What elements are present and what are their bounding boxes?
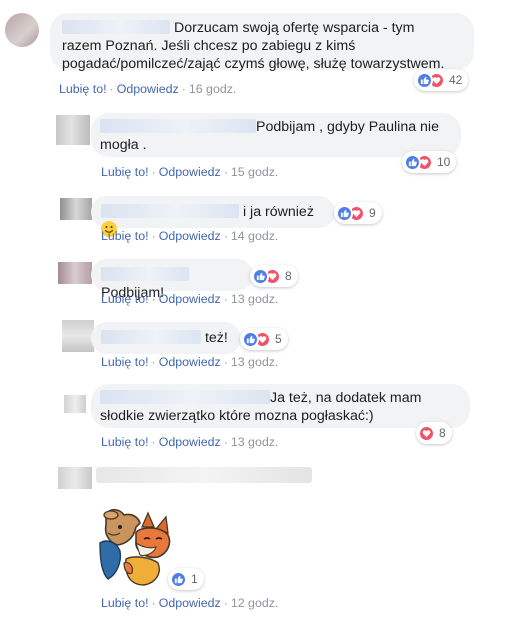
reply-button[interactable]: Odpowiedz bbox=[159, 229, 221, 243]
timestamp[interactable]: 12 godz. bbox=[231, 596, 279, 610]
reaction-count: 5 bbox=[275, 332, 282, 346]
like-button[interactable]: Lubię to! bbox=[101, 292, 149, 306]
reaction-count: 9 bbox=[369, 206, 376, 220]
comment-actions: Lubię to! · Odpowiedz · 13 godz. bbox=[101, 435, 279, 449]
comment-text: słodkie zwierzątko które mozna pogłaskać… bbox=[100, 408, 374, 424]
comment-text: i ja również bbox=[242, 204, 314, 220]
like-button[interactable]: Lubię to! bbox=[101, 355, 149, 369]
reaction-summary[interactable]: 5 bbox=[240, 328, 288, 350]
reaction-count: 1 bbox=[191, 572, 198, 586]
comment-actions: Lubię to! · Odpowiedz · 16 godz. bbox=[59, 82, 237, 96]
reply-button[interactable]: Odpowiedz bbox=[159, 435, 221, 449]
avatar[interactable] bbox=[60, 198, 92, 220]
author-name[interactable] bbox=[62, 20, 170, 34]
comment-actions: Lubię to! · Odpowiedz · 13 godz. bbox=[101, 355, 279, 369]
author-name[interactable] bbox=[101, 330, 201, 344]
author-name[interactable] bbox=[96, 467, 312, 483]
avatar[interactable] bbox=[64, 395, 86, 413]
like-icon bbox=[242, 330, 259, 348]
timestamp[interactable]: 13 godz. bbox=[231, 292, 279, 306]
like-icon bbox=[252, 267, 269, 285]
like-icon bbox=[336, 204, 353, 222]
comment-text: Ja też, na dodatek mam bbox=[270, 390, 422, 406]
avatar[interactable] bbox=[58, 262, 92, 284]
comment-bubble: Dorzucam swoją ofertę wsparcia - tym raz… bbox=[50, 13, 474, 72]
avatar[interactable] bbox=[56, 115, 90, 145]
reply-button[interactable]: Odpowiedz bbox=[159, 355, 221, 369]
avatar[interactable] bbox=[5, 13, 39, 47]
comment-text: Dorzucam swoją ofertę wsparcia - tym bbox=[173, 20, 415, 36]
reply-button[interactable]: Odpowiedz bbox=[159, 165, 221, 179]
reaction-summary[interactable]: 10 bbox=[402, 151, 457, 173]
like-button[interactable]: Lubię to! bbox=[101, 596, 149, 610]
reply-button[interactable]: Odpowiedz bbox=[117, 82, 179, 96]
author-name[interactable] bbox=[101, 267, 189, 281]
comment-text: razem Poznań. Jeśli chcesz po zabiegu z … bbox=[62, 38, 356, 54]
avatar[interactable] bbox=[58, 467, 92, 489]
comment-actions: Lubię to! · Odpowiedz · 15 godz. bbox=[101, 165, 279, 179]
author-name[interactable] bbox=[101, 204, 239, 218]
timestamp[interactable]: 13 godz. bbox=[231, 355, 279, 369]
reaction-summary[interactable]: 1 bbox=[168, 568, 204, 590]
comment-actions: Lubię to! · Odpowiedz · 13 godz. bbox=[101, 292, 279, 306]
like-icon bbox=[170, 570, 187, 588]
like-button[interactable]: Lubię to! bbox=[101, 165, 149, 179]
comment-bubble: też! bbox=[91, 322, 241, 354]
like-icon bbox=[416, 71, 433, 89]
comment-text: pogadać/pomilczeć/zająć czymś głowę, słu… bbox=[62, 56, 445, 72]
reply-button[interactable]: Odpowiedz bbox=[159, 292, 221, 306]
reaction-count: 10 bbox=[437, 155, 451, 169]
timestamp[interactable]: 15 godz. bbox=[231, 165, 279, 179]
comment-text: też! bbox=[204, 330, 228, 346]
comment-bubble: Podbijam! bbox=[91, 259, 253, 301]
reaction-summary[interactable]: 42 bbox=[414, 69, 469, 91]
reaction-count: 8 bbox=[285, 269, 292, 283]
comment-actions: Lubię to! · Odpowiedz · 14 godz. bbox=[101, 229, 279, 243]
like-button[interactable]: Lubię to! bbox=[59, 82, 107, 96]
comment-text: mogła . bbox=[100, 137, 147, 153]
comment-text: Podbijam , gdyby Paulina nie bbox=[256, 119, 439, 135]
author-name[interactable] bbox=[100, 390, 270, 404]
reaction-summary[interactable]: 8 bbox=[250, 265, 298, 287]
reply-button[interactable]: Odpowiedz bbox=[159, 596, 221, 610]
like-button[interactable]: Lubię to! bbox=[101, 435, 149, 449]
comment-bubble: Ja też, na dodatek mam słodkie zwierzątk… bbox=[91, 384, 470, 428]
like-button[interactable]: Lubię to! bbox=[101, 229, 149, 243]
avatar[interactable] bbox=[62, 320, 94, 352]
timestamp[interactable]: 14 godz. bbox=[231, 229, 279, 243]
reaction-count: 8 bbox=[439, 426, 446, 440]
comment-bubble: i ja również bbox=[91, 196, 335, 237]
reaction-count: 42 bbox=[449, 73, 463, 87]
comment-bubble: Podbijam , gdyby Paulina nie mogła . bbox=[91, 113, 461, 157]
deer-and-fox-sticker bbox=[98, 503, 178, 587]
love-icon bbox=[418, 424, 435, 442]
timestamp[interactable]: 16 godz. bbox=[189, 82, 237, 96]
reaction-summary[interactable]: 8 bbox=[416, 422, 452, 444]
author-name[interactable] bbox=[100, 119, 256, 133]
like-icon bbox=[404, 153, 421, 171]
reaction-summary[interactable]: 9 bbox=[334, 202, 382, 224]
timestamp[interactable]: 13 godz. bbox=[231, 435, 279, 449]
comment-actions: Lubię to! · Odpowiedz · 12 godz. bbox=[101, 596, 279, 610]
